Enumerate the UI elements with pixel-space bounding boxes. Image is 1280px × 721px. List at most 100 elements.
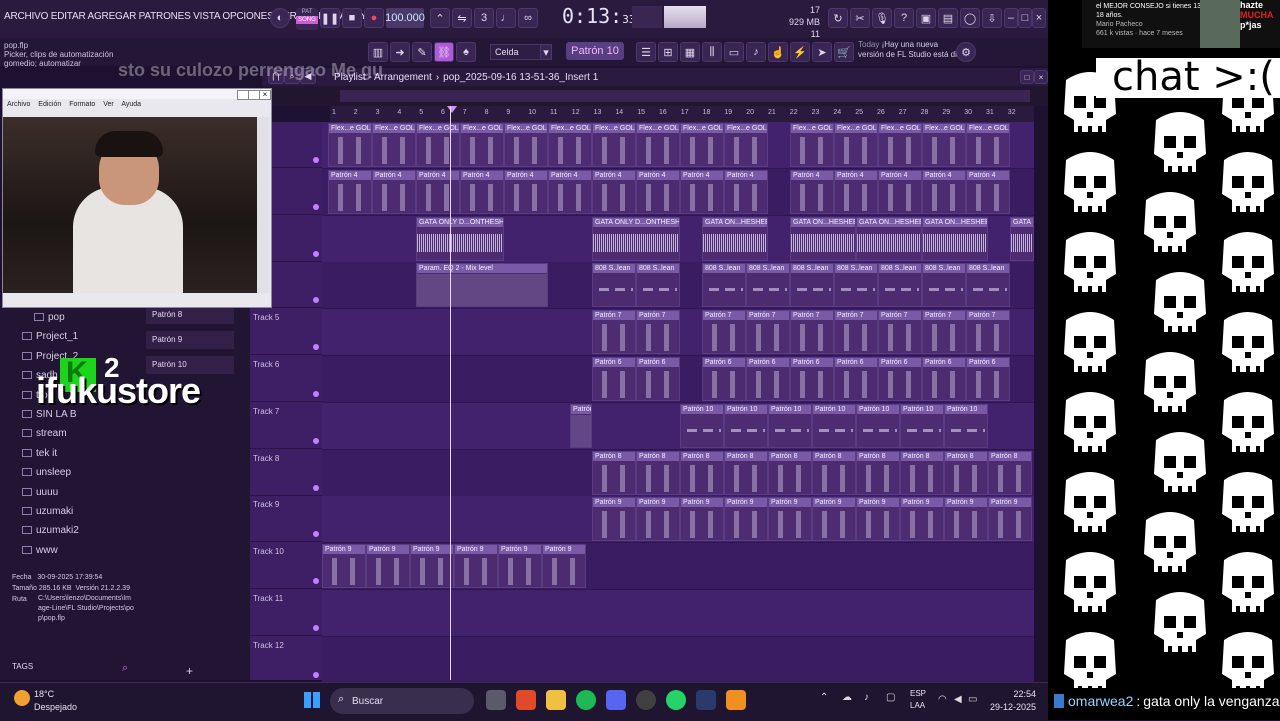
track-mute-icon[interactable] bbox=[313, 578, 319, 585]
pattern-clip[interactable]: Patrón 7 bbox=[746, 310, 790, 355]
pattern-clip[interactable]: Patrón 7 bbox=[922, 310, 966, 355]
track-mute-icon[interactable] bbox=[313, 531, 319, 538]
pattern-clip[interactable]: Patrón 8 bbox=[812, 450, 856, 495]
track-lane[interactable] bbox=[322, 590, 1034, 637]
song-mode-toggle[interactable]: PAT SONG bbox=[296, 8, 318, 30]
pattern-clip[interactable]: Patrón 4 bbox=[922, 169, 966, 214]
pattern-clip[interactable]: GATA ON...HESHEET bbox=[856, 216, 922, 261]
pattern-clip[interactable]: Patrón 4 bbox=[328, 169, 372, 214]
browser-item[interactable]: stream bbox=[22, 428, 67, 439]
pattern-clip[interactable]: GATA ON...HESHEET bbox=[790, 216, 856, 261]
pattern-clip[interactable]: Patrón 9 bbox=[592, 497, 636, 542]
channel-rack-icon[interactable]: ⊞ bbox=[658, 42, 678, 62]
pattern-clip[interactable]: Patrón 10 bbox=[680, 403, 724, 448]
pattern-clip[interactable]: Flex...e GOL bbox=[592, 123, 636, 167]
pattern-clip[interactable]: Patrón 9 bbox=[542, 544, 586, 589]
main-menu[interactable]: ARCHIVO EDITAR AGREGAR PATRONES VISTA OP… bbox=[4, 11, 374, 22]
pattern-clip[interactable]: Patrón 4 bbox=[878, 169, 922, 214]
pattern-clip[interactable]: 808 S..lean bbox=[592, 263, 636, 308]
pattern-clip[interactable]: Flex...e GOL bbox=[548, 123, 592, 167]
step-edit-icon[interactable]: ♩ bbox=[496, 8, 516, 28]
playhead[interactable] bbox=[450, 106, 451, 680]
menu-formato[interactable]: Formato bbox=[69, 101, 95, 108]
pattern-clip[interactable]: Flex...e GOL bbox=[790, 123, 834, 167]
pattern-clip[interactable]: Patrón 6 bbox=[834, 357, 878, 401]
browser-item[interactable]: Project_1 bbox=[22, 331, 78, 342]
pattern-clip[interactable]: 808 S..lean bbox=[636, 263, 680, 308]
brave-icon[interactable] bbox=[516, 690, 536, 710]
settings-icon[interactable]: ⚙ bbox=[956, 42, 976, 62]
track-mute-icon[interactable] bbox=[313, 157, 319, 163]
track-header[interactable]: Track 9 bbox=[250, 496, 322, 543]
pattern-clip[interactable]: Patrón 8 bbox=[768, 450, 812, 495]
chrome-icon[interactable] bbox=[636, 690, 656, 710]
pattern-clip[interactable]: Patrón 7 bbox=[834, 310, 878, 355]
app-icon[interactable] bbox=[696, 690, 716, 710]
playlist-lanes[interactable]: 1234Track 5Track 6Track 7Track 8Track 9T… bbox=[250, 122, 1034, 684]
battery-icon[interactable]: ▭ bbox=[968, 694, 977, 705]
tools-icon[interactable]: ✂ bbox=[850, 8, 870, 28]
pattern-clip[interactable]: Patrón 9 bbox=[454, 544, 498, 589]
pattern-clip[interactable]: Patrón 4 bbox=[460, 169, 504, 214]
browser-item[interactable]: www bbox=[22, 545, 58, 556]
pattern-clip[interactable]: Patrón 6 bbox=[790, 357, 834, 401]
pattern-clip[interactable]: Flex...e GOL bbox=[922, 123, 966, 167]
pattern-clip[interactable]: Patrón 9 bbox=[410, 544, 454, 589]
pattern-clip[interactable]: Patrón 10 bbox=[856, 403, 900, 448]
pattern-clip[interactable]: Patrón 9 bbox=[812, 497, 856, 542]
pattern-clip[interactable]: Patrón 4 bbox=[790, 169, 834, 214]
pattern-clip[interactable]: Patrón 10 bbox=[900, 403, 944, 448]
track-header[interactable]: Track 12 bbox=[250, 637, 322, 683]
tray-mic-icon[interactable]: ♪ bbox=[864, 692, 869, 703]
weather-widget[interactable]: 18°C Despejado bbox=[34, 688, 77, 714]
track-mute-icon[interactable] bbox=[313, 344, 319, 351]
pattern-clip[interactable]: Flex...e GOL bbox=[636, 123, 680, 167]
notepad-scrollbar[interactable] bbox=[257, 117, 269, 293]
mixer-icon[interactable]: ⫼ bbox=[702, 42, 722, 62]
picker-pattern[interactable]: Patrón 8 bbox=[146, 306, 234, 324]
track-mute-icon[interactable] bbox=[313, 437, 319, 444]
pattern-clip[interactable]: Flex...e GOL bbox=[878, 123, 922, 167]
pattern-clip[interactable]: GATA ONLY D...ONTHESHEET bbox=[1010, 216, 1034, 261]
track-header[interactable]: Track 10 bbox=[250, 543, 322, 590]
language-indicator[interactable]: ESP LAA bbox=[910, 688, 926, 712]
shop-icon[interactable]: 🛒 bbox=[834, 42, 854, 62]
notepad-close-icon[interactable]: × bbox=[259, 90, 271, 100]
pattern-clip[interactable]: Patrón 10 bbox=[944, 403, 988, 448]
pattern-clip[interactable]: Patrón 6 bbox=[702, 357, 746, 401]
playhead-marker-icon[interactable] bbox=[447, 106, 457, 113]
pattern-clip[interactable]: Patrón 6 bbox=[592, 357, 636, 401]
pause-icon[interactable]: ❚❚ bbox=[320, 8, 340, 28]
save-icon[interactable]: ▣ bbox=[916, 8, 936, 28]
menu-archivo[interactable]: Archivo bbox=[7, 101, 30, 108]
weather-icon[interactable] bbox=[14, 690, 30, 706]
pattern-clip[interactable]: Flex...e GOL bbox=[372, 123, 416, 167]
track-header[interactable]: Track 8 bbox=[250, 450, 322, 496]
pattern-clip[interactable]: Patrón 7 bbox=[790, 310, 834, 355]
chat-icon[interactable]: ◯ bbox=[960, 8, 980, 28]
pitch-knob-icon[interactable]: ◐ bbox=[270, 8, 290, 28]
pattern-clip[interactable]: Patrón 4 bbox=[636, 169, 680, 214]
overview-scrollbar[interactable] bbox=[340, 90, 1030, 102]
pattern-clip[interactable]: Patrón 4 bbox=[372, 169, 416, 214]
menu-ayuda[interactable]: Ayuda bbox=[121, 101, 141, 108]
pattern-clip[interactable]: Patrón 8 bbox=[592, 450, 636, 495]
track-mute-icon[interactable] bbox=[313, 250, 319, 257]
pattern-clip[interactable]: Patrón 8 bbox=[900, 450, 944, 495]
pattern-clip[interactable]: Patrón 7 bbox=[592, 310, 636, 355]
track-mute-icon[interactable] bbox=[313, 671, 319, 678]
pattern-clip[interactable]: Patrón 8 bbox=[944, 450, 988, 495]
plugin-picker-icon[interactable]: ⚡ bbox=[790, 42, 810, 62]
pattern-clip[interactable]: Patrón 10 bbox=[570, 403, 592, 448]
pattern-clip[interactable]: Patrón 4 bbox=[966, 169, 1010, 214]
pattern-clip[interactable]: Flex...e GOL bbox=[460, 123, 504, 167]
volume-icon[interactable]: ◀ bbox=[954, 694, 962, 705]
pattern-clip[interactable]: Patrón 7 bbox=[878, 310, 922, 355]
task-view-icon[interactable] bbox=[486, 690, 506, 710]
browser-item[interactable]: uuuu bbox=[22, 487, 58, 498]
record-icon[interactable]: ● bbox=[364, 8, 384, 28]
whatsapp-icon[interactable] bbox=[666, 690, 686, 710]
search-icon[interactable]: ⌕ bbox=[122, 662, 128, 675]
pattern-clip[interactable]: Patrón 9 bbox=[724, 497, 768, 542]
render-icon[interactable]: ▤ bbox=[938, 8, 958, 28]
